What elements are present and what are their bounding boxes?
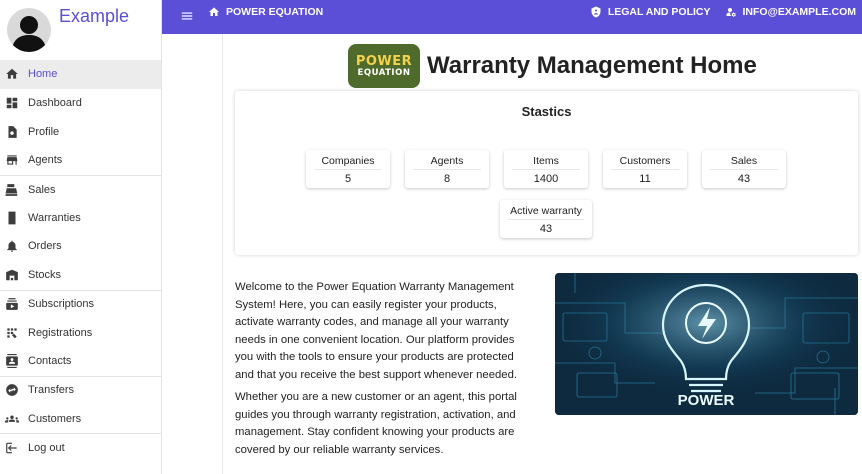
logo-text-top: POWER bbox=[355, 53, 413, 69]
sidebar-item-registrations[interactable]: Registrations bbox=[0, 318, 161, 347]
lightbulb-illustration-icon: POWER bbox=[555, 273, 858, 415]
dashboard-icon bbox=[5, 96, 19, 110]
sidebar-item-label: Stocks bbox=[28, 269, 62, 282]
contacts-icon bbox=[5, 354, 19, 369]
stat-label: Items bbox=[533, 155, 559, 167]
stat-divider bbox=[512, 169, 580, 170]
store-icon bbox=[5, 153, 19, 167]
warehouse-icon bbox=[5, 268, 19, 282]
subscriptions-icon bbox=[5, 297, 19, 311]
warranty-icon bbox=[5, 211, 19, 225]
sidebar-item-label: Log out bbox=[28, 441, 65, 454]
breadcrumb[interactable]: POWER EQUATION bbox=[208, 0, 323, 24]
stat-divider bbox=[314, 169, 382, 170]
breadcrumb-label: POWER EQUATION bbox=[226, 6, 324, 18]
stat-divider bbox=[413, 169, 481, 170]
legal-policy-link[interactable]: LEGAL AND POLICY bbox=[590, 6, 711, 18]
topbar-links: LEGAL AND POLICY INFO@EXAMPLE.COM bbox=[576, 0, 856, 24]
manage-accounts-icon bbox=[726, 8, 736, 17]
stat-value: 1400 bbox=[533, 173, 559, 185]
sidebar-item-label: Contacts bbox=[28, 355, 72, 368]
stat-value: 11 bbox=[639, 173, 651, 185]
sidebar-item-profile[interactable]: Profile bbox=[0, 117, 161, 146]
sidebar-item-warranties[interactable]: Warranties bbox=[0, 203, 161, 232]
sidebar-item-label: Orders bbox=[28, 240, 62, 253]
main-content: POWER EQUATION Warranty Management Home … bbox=[222, 34, 862, 474]
sidebar-item-sales[interactable]: Sales bbox=[0, 174, 161, 204]
sidebar-item-logout[interactable]: Log out bbox=[0, 432, 161, 462]
sidebar-item-transfers[interactable]: Transfers bbox=[0, 375, 161, 405]
statistics-card: Stastics Companies 5 Agents 8 Items 1400… bbox=[235, 91, 858, 255]
profile-header: Example bbox=[0, 0, 161, 60]
email-label: INFO@EXAMPLE.COM bbox=[742, 6, 857, 18]
stat-label: Companies bbox=[321, 155, 375, 167]
sidebar-item-label: Dashboard bbox=[28, 97, 82, 110]
profile-icon bbox=[5, 125, 19, 139]
sidebar-item-label: Transfers bbox=[28, 384, 75, 397]
stat-divider bbox=[710, 169, 778, 170]
sidebar-item-stocks[interactable]: Stocks bbox=[0, 261, 161, 290]
statistics-title: Stastics bbox=[521, 104, 572, 119]
sidebar-item-subscriptions[interactable]: Subscriptions bbox=[0, 289, 161, 319]
sidebar-item-contacts[interactable]: Contacts bbox=[0, 347, 161, 376]
logout-icon bbox=[5, 441, 19, 455]
stat-tile-active-warranty: Active warranty 43 bbox=[500, 200, 592, 238]
sidebar-item-label: Customers bbox=[28, 412, 82, 425]
page-header: POWER EQUATION Warranty Management Home bbox=[348, 44, 757, 88]
home-icon bbox=[209, 7, 219, 16]
stat-tile-agents: Agents 8 bbox=[405, 150, 489, 188]
cash-register-icon bbox=[5, 183, 19, 197]
stat-value: 43 bbox=[737, 173, 751, 185]
sidebar-item-orders[interactable]: Orders bbox=[0, 232, 161, 261]
stat-value: 8 bbox=[443, 173, 451, 185]
sidebar-item-agents[interactable]: Agents bbox=[0, 146, 161, 175]
page-title: Warranty Management Home bbox=[427, 52, 757, 79]
stat-tile-items: Items 1400 bbox=[504, 150, 588, 188]
stat-value: 5 bbox=[344, 173, 352, 185]
hero-image: POWER bbox=[555, 273, 858, 415]
sidebar-item-label: Agents bbox=[28, 154, 63, 167]
bell-icon bbox=[5, 239, 19, 253]
sidebar-item-label: Warranties bbox=[28, 211, 81, 224]
intro-paragraph: Whether you are a new customer or an age… bbox=[235, 391, 517, 456]
stat-label: Sales bbox=[730, 155, 758, 167]
sidebar-item-dashboard[interactable]: Dashboard bbox=[0, 89, 161, 118]
sidebar-item-label: Home bbox=[28, 68, 58, 81]
email-link[interactable]: INFO@EXAMPLE.COM bbox=[725, 6, 857, 18]
menu-icon[interactable] bbox=[180, 9, 194, 23]
logo-text-bottom: EQUATION bbox=[357, 67, 411, 78]
sidebar-item-label: Registrations bbox=[28, 326, 93, 339]
sidebar: Example Home Dashboard Profile Agents Sa… bbox=[0, 0, 162, 474]
brand-name: Example bbox=[59, 6, 130, 26]
stat-tile-companies: Companies 5 bbox=[306, 150, 390, 188]
sidebar-item-label: Profile bbox=[28, 125, 60, 138]
shield-icon bbox=[591, 6, 601, 18]
stat-label: Agents bbox=[430, 155, 464, 167]
sidebar-item-home[interactable]: Home bbox=[0, 60, 161, 89]
stat-label: Active warranty bbox=[510, 205, 582, 217]
user-silhouette-icon bbox=[11, 16, 47, 52]
sidebar-item-label: Sales bbox=[28, 183, 56, 196]
sidebar-item-customers[interactable]: Customers bbox=[0, 404, 161, 433]
stat-value: 43 bbox=[539, 223, 553, 235]
transfer-icon bbox=[5, 383, 19, 397]
top-app-bar: POWER EQUATION LEGAL AND POLICY INFO@EXA… bbox=[162, 0, 862, 34]
avatar[interactable] bbox=[7, 8, 51, 52]
stat-divider bbox=[508, 219, 584, 220]
sidebar-nav: Home Dashboard Profile Agents Sales Warr… bbox=[0, 60, 161, 462]
stat-label: Customers bbox=[619, 155, 671, 167]
app-registration-icon bbox=[5, 326, 19, 340]
hero-label: POWER bbox=[678, 392, 735, 409]
home-icon bbox=[5, 67, 19, 81]
legal-policy-label: LEGAL AND POLICY bbox=[607, 6, 711, 18]
sidebar-item-label: Subscriptions bbox=[28, 298, 95, 311]
stat-divider bbox=[611, 169, 679, 170]
groups-icon bbox=[5, 412, 19, 426]
stat-tile-sales: Sales 43 bbox=[702, 150, 786, 188]
intro-paragraph: Welcome to the Power Equation Warranty M… bbox=[235, 281, 517, 381]
stat-tile-customers: Customers 11 bbox=[603, 150, 687, 188]
brand-logo: POWER EQUATION bbox=[348, 44, 420, 88]
intro-text: Welcome to the Power Equation Warranty M… bbox=[235, 279, 535, 459]
